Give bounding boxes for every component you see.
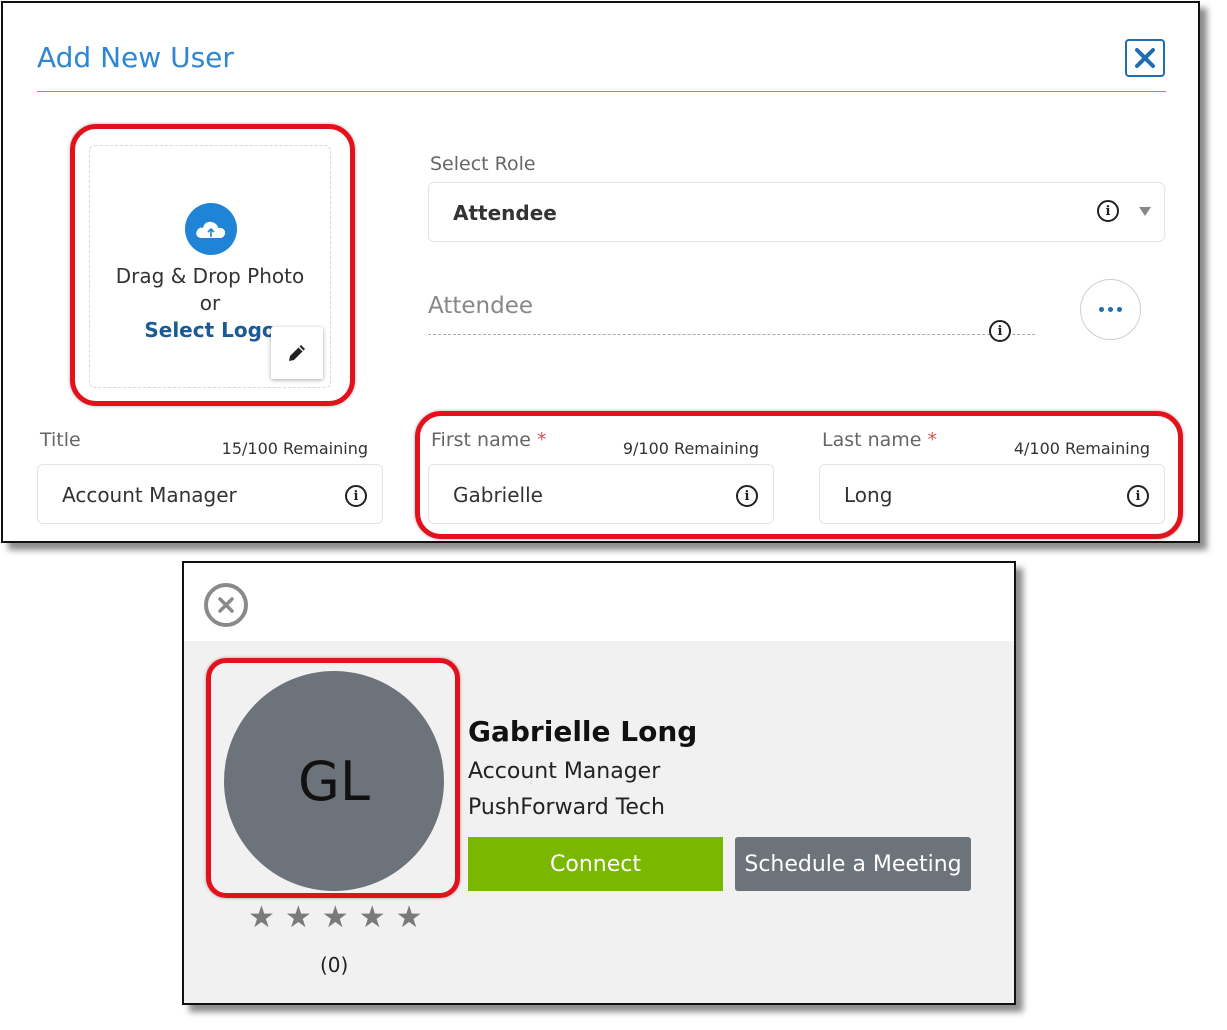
- attendee-field[interactable]: Attendee i: [428, 289, 1035, 342]
- pencil-icon: [289, 345, 305, 361]
- title-label: Title: [40, 429, 81, 451]
- or-text: or: [199, 291, 221, 315]
- connect-button[interactable]: Connect: [468, 837, 723, 891]
- required-marker: *: [536, 429, 547, 451]
- avatar: GL: [224, 671, 444, 891]
- more-icon: [1099, 307, 1104, 312]
- card-header: [184, 563, 1014, 641]
- rating-count: (0): [320, 953, 349, 977]
- last-name-value: Long: [844, 483, 893, 507]
- last-name-remaining: 4/100 Remaining: [1013, 439, 1150, 458]
- first-name-remaining: 9/100 Remaining: [622, 439, 759, 458]
- first-name-label: First name *: [431, 429, 547, 451]
- info-icon[interactable]: i: [1127, 485, 1149, 507]
- cloud-upload-icon: [185, 203, 237, 255]
- select-role-label: Select Role: [430, 153, 536, 175]
- photo-dropzone[interactable]: Drag & Drop Photo or Select Logo: [89, 145, 331, 388]
- profile-title: Account Manager: [468, 759, 661, 784]
- dialog-title: Add New User: [37, 41, 234, 74]
- last-name-label: Last name *: [822, 429, 938, 451]
- star-icon[interactable]: ★: [396, 903, 423, 933]
- close-icon: [1135, 48, 1155, 68]
- star-rating[interactable]: ★ ★ ★ ★ ★: [248, 903, 423, 933]
- first-name-input[interactable]: Gabrielle i: [428, 464, 774, 524]
- chevron-down-icon[interactable]: [1139, 207, 1151, 216]
- close-circle-button[interactable]: [204, 583, 248, 627]
- info-icon[interactable]: i: [345, 485, 367, 507]
- info-icon[interactable]: i: [736, 485, 758, 507]
- more-options-button[interactable]: [1080, 279, 1141, 340]
- star-icon[interactable]: ★: [322, 903, 349, 933]
- attendee-placeholder: Attendee: [428, 293, 533, 319]
- profile-company: PushForward Tech: [468, 795, 665, 820]
- profile-name: Gabrielle Long: [468, 715, 698, 748]
- first-name-value: Gabrielle: [453, 483, 543, 507]
- star-icon[interactable]: ★: [359, 903, 386, 933]
- info-icon[interactable]: i: [1097, 200, 1119, 222]
- edit-photo-button[interactable]: [271, 327, 323, 379]
- last-name-input[interactable]: Long i: [819, 464, 1165, 524]
- close-circle-icon: [218, 597, 234, 613]
- add-user-dialog: Add New User Drag & Drop Photo or Select…: [1, 1, 1200, 543]
- star-icon[interactable]: ★: [285, 903, 312, 933]
- title-input[interactable]: Account Manager i: [37, 464, 383, 524]
- role-select[interactable]: Attendee i: [428, 182, 1165, 242]
- role-select-value: Attendee: [453, 201, 557, 225]
- title-input-value: Account Manager: [62, 483, 237, 507]
- info-icon[interactable]: i: [989, 320, 1011, 342]
- required-marker: *: [927, 429, 938, 451]
- profile-card: GL ★ ★ ★ ★ ★ (0) Gabrielle Long Account …: [182, 561, 1016, 1005]
- schedule-meeting-button[interactable]: Schedule a Meeting: [735, 837, 971, 891]
- star-icon[interactable]: ★: [248, 903, 275, 933]
- drag-drop-text: Drag & Drop Photo: [115, 264, 305, 288]
- title-remaining: 15/100 Remaining: [221, 439, 368, 458]
- close-button[interactable]: [1125, 39, 1165, 77]
- title-divider: [37, 91, 1166, 92]
